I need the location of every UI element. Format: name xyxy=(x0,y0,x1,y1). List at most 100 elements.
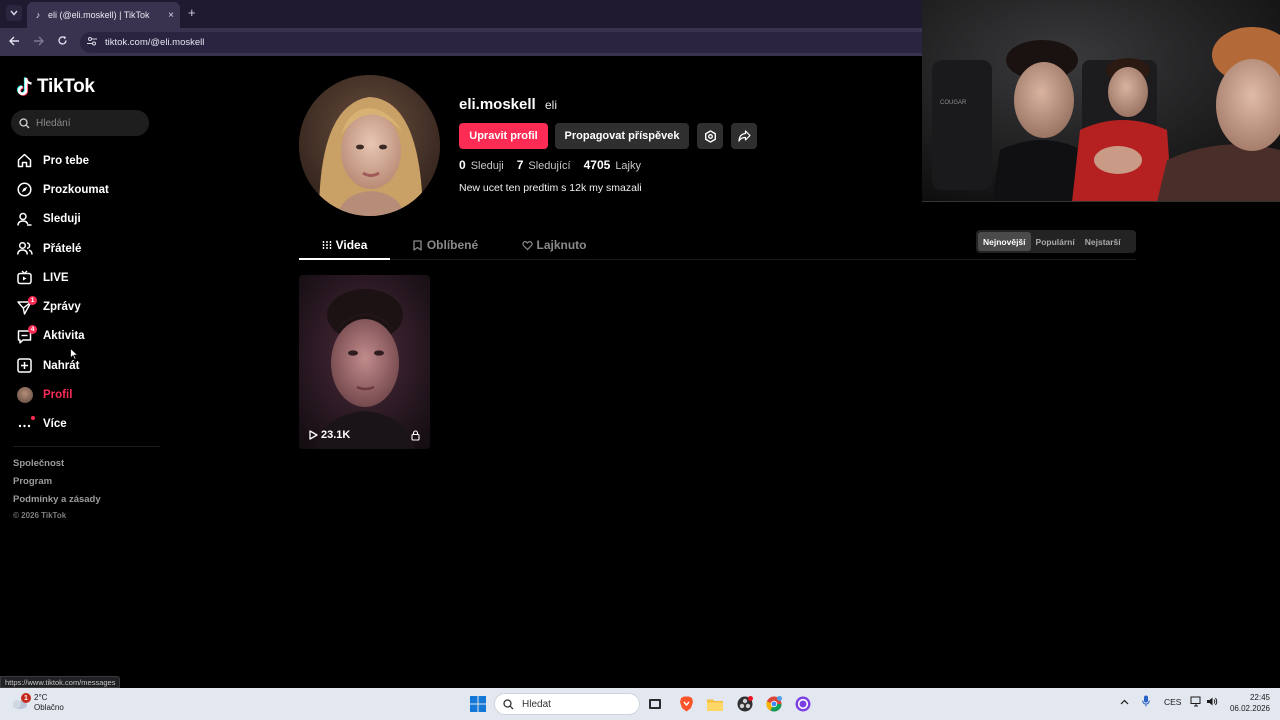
profile-avatar[interactable] xyxy=(299,75,440,216)
tiktok-note-icon xyxy=(16,77,32,96)
site-settings-icon[interactable] xyxy=(87,37,97,48)
sidebar-item-aktivita[interactable]: 4 Aktivita xyxy=(16,322,166,351)
profile-photo xyxy=(299,75,440,216)
sort-newest[interactable]: Nejnovější xyxy=(978,232,1031,251)
followers-stat[interactable]: 7 Sledující xyxy=(517,158,571,172)
following-stat[interactable]: 0 Sleduji xyxy=(459,158,504,172)
browser-tab[interactable]: ♪ eli (@eli.moskell) | TikTok × xyxy=(27,2,180,28)
lock-icon xyxy=(411,430,420,441)
search-placeholder: Hledání xyxy=(36,117,71,129)
sidebar-item-label: Prozkoumat xyxy=(43,183,109,196)
sidebar-item-label: LIVE xyxy=(43,271,69,284)
settings-button[interactable] xyxy=(697,123,723,149)
sort-segmented-control: Nejnovější Populární Nejstarší xyxy=(976,230,1136,253)
chevron-up-icon[interactable] xyxy=(1120,697,1129,707)
clock-time: 22:45 xyxy=(1249,693,1270,702)
volume-icon[interactable] xyxy=(1206,696,1218,709)
following-icon xyxy=(16,211,33,228)
avatar xyxy=(16,387,33,404)
weather-widget[interactable]: 1 2°C Oblačno xyxy=(10,693,64,713)
more-icon xyxy=(16,415,35,433)
promote-post-button[interactable]: Propagovat příspěvek xyxy=(555,123,689,149)
copyright-text: © 2026 TikTok xyxy=(13,511,67,520)
brave-browser-icon[interactable] xyxy=(676,694,696,714)
tab-list-button[interactable] xyxy=(6,5,22,21)
clock-date: 06.02.2026 xyxy=(1229,704,1270,713)
app-icon-purple[interactable] xyxy=(793,694,813,714)
sidebar-item-label: Zprávy xyxy=(43,301,81,314)
reload-icon[interactable] xyxy=(57,35,68,49)
sidebar-item-live[interactable]: LIVE xyxy=(16,263,166,292)
sidebar-item-pro-tebe[interactable]: Pro tebe xyxy=(16,146,166,175)
sort-popular[interactable]: Populární xyxy=(1031,232,1080,251)
url-field[interactable]: tiktok.com/@eli.moskell xyxy=(80,32,922,53)
likes-count: 4705 xyxy=(583,158,611,172)
close-icon[interactable]: × xyxy=(168,10,174,21)
new-tab-button[interactable]: + xyxy=(188,5,196,20)
language-indicator[interactable]: CES xyxy=(1164,697,1181,707)
sidebar-item-label: Přátelé xyxy=(43,242,82,255)
mouse-cursor-icon xyxy=(70,348,79,361)
profile-tabs: Videa Oblíbené Lajknuto xyxy=(299,232,608,258)
microphone-icon[interactable] xyxy=(1142,695,1150,709)
tab-oblibene[interactable]: Oblíbené xyxy=(390,232,500,258)
home-icon xyxy=(16,152,33,169)
edit-profile-button[interactable]: Upravit profil xyxy=(459,123,548,149)
bookmark-icon xyxy=(413,239,422,251)
friends-icon xyxy=(16,240,33,257)
sidebar-nav: Pro tebe Prozkoumat Sleduji Přátelé LIVE… xyxy=(16,146,166,439)
browser-tab-strip: ♪ eli (@eli.moskell) | TikTok × + xyxy=(0,0,922,28)
play-count-text: 23.1K xyxy=(321,429,351,441)
weather-temp: 2°C xyxy=(34,693,48,702)
heart-icon xyxy=(521,240,533,250)
footer-link-program[interactable]: Program xyxy=(13,476,101,494)
sidebar-item-label: Pro tebe xyxy=(43,154,90,167)
forward-arrow-icon[interactable] xyxy=(33,35,44,49)
upload-icon xyxy=(16,357,33,374)
search-icon xyxy=(503,698,514,709)
start-button[interactable] xyxy=(468,694,488,714)
obs-app-icon[interactable] xyxy=(735,694,755,714)
tab-lajknuto[interactable]: Lajknuto xyxy=(500,232,608,258)
video-card[interactable]: 23.1K xyxy=(299,275,430,449)
share-button[interactable] xyxy=(731,123,757,149)
sidebar-item-label: Sleduji xyxy=(43,213,81,226)
address-bar-row: tiktok.com/@eli.moskell xyxy=(0,28,922,56)
system-clock[interactable]: 22:45 06.02.2026 xyxy=(1226,692,1270,714)
activity-icon: 4 xyxy=(16,324,37,345)
sidebar-item-zpravy[interactable]: 1 Zprávy xyxy=(16,292,166,321)
tiktok-logo[interactable]: TikTok xyxy=(16,76,95,98)
active-tab-indicator xyxy=(299,258,390,260)
sidebar-item-nahrat[interactable]: Nahrát xyxy=(16,351,166,380)
footer-link-company[interactable]: Společnost xyxy=(13,458,101,476)
tab-label: Lajknuto xyxy=(536,238,587,252)
tab-videa[interactable]: Videa xyxy=(299,232,390,258)
file-explorer-icon[interactable] xyxy=(705,694,725,714)
taskbar-search-placeholder: Hledat xyxy=(522,698,551,710)
footer-link-terms[interactable]: Podmínky a zásady xyxy=(13,494,101,512)
tab-title: eli (@eli.moskell) | TikTok xyxy=(48,10,150,20)
network-icon[interactable] xyxy=(1190,696,1202,709)
sidebar-item-profil[interactable]: Profil xyxy=(16,380,166,409)
sort-oldest[interactable]: Nejstarší xyxy=(1080,232,1126,251)
webcam-overlay: COUGAR xyxy=(922,0,1280,202)
tab-label: Videa xyxy=(335,238,368,252)
sidebar-search-input[interactable]: Hledání xyxy=(11,110,149,136)
tiktok-favicon-icon: ♪ xyxy=(35,10,41,20)
sidebar-item-sleduji[interactable]: Sleduji xyxy=(16,205,166,234)
logo-text: TikTok xyxy=(37,76,95,97)
share-icon xyxy=(737,130,751,142)
profile-nickname: eli xyxy=(545,98,558,112)
followers-label: Sledující xyxy=(528,160,571,172)
taskbar-search-input[interactable]: Hledat xyxy=(494,693,640,715)
sidebar-item-vice[interactable]: Více xyxy=(16,410,166,439)
profile-username: eli.moskell xyxy=(459,96,536,113)
task-view-icon[interactable] xyxy=(645,694,665,714)
sidebar-item-prozkoumat[interactable]: Prozkoumat xyxy=(16,175,166,204)
chrome-browser-icon[interactable] xyxy=(764,694,784,714)
webcam-image: COUGAR xyxy=(922,0,1280,201)
sidebar-item-pratele[interactable]: Přátelé xyxy=(16,234,166,263)
sidebar-item-label: Profil xyxy=(43,389,73,402)
profile-stats: 0 Sleduji 7 Sledující 4705 Lajky xyxy=(459,158,654,172)
back-arrow-icon[interactable] xyxy=(9,35,20,49)
